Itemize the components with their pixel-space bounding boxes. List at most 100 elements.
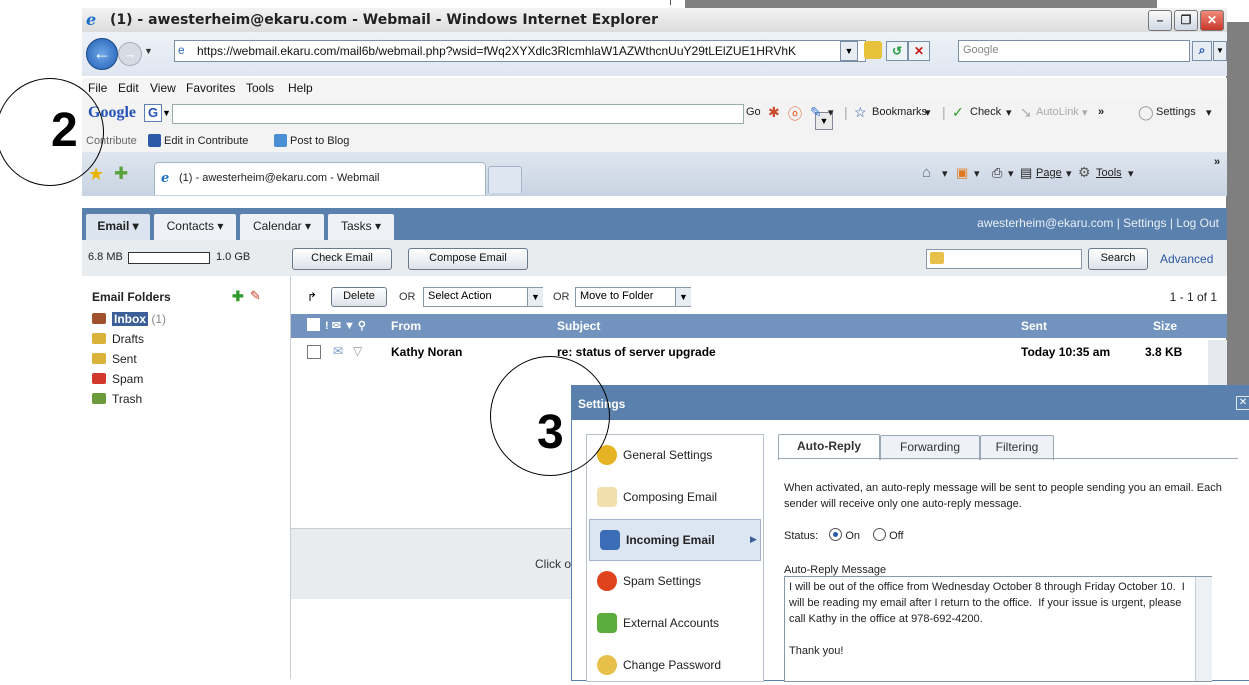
feeds-dropdown[interactable]: ▾ xyxy=(974,167,980,180)
column-from[interactable]: From xyxy=(391,319,421,333)
browser-search-input[interactable]: Google xyxy=(958,40,1190,62)
tab-filtering[interactable]: Filtering xyxy=(980,435,1054,460)
tab-calendar[interactable]: Calendar ▾ xyxy=(240,214,324,240)
folder-trash[interactable]: Trash xyxy=(92,392,142,410)
recent-pages-dropdown[interactable]: ▼ xyxy=(144,46,153,56)
home-icon[interactable]: ⌂ xyxy=(922,164,931,181)
user-links[interactable]: awesterheim@ekaru.com | Settings | Log O… xyxy=(977,216,1219,230)
command-bar-more[interactable]: » xyxy=(1214,156,1220,168)
back-button[interactable]: ← xyxy=(86,38,118,70)
new-tab-button[interactable] xyxy=(488,166,522,193)
tools-dropdown[interactable]: ▾ xyxy=(1128,167,1134,180)
check-dropdown[interactable]: ▾ xyxy=(1006,106,1012,119)
home-dropdown[interactable]: ▾ xyxy=(942,167,948,180)
search-options-dropdown[interactable]: ▼ xyxy=(1213,41,1227,61)
tools-gear-icon[interactable]: ⚙ xyxy=(1078,164,1091,181)
google-search-input[interactable]: ▼ xyxy=(172,104,833,130)
compose-email-button[interactable]: Compose Email xyxy=(408,248,528,270)
minimize-button[interactable]: – xyxy=(1148,10,1172,31)
close-window-button[interactable]: ✕ xyxy=(1200,10,1224,31)
menu-edit[interactable]: Edit xyxy=(118,81,139,95)
more-buttons[interactable]: » xyxy=(1098,106,1104,118)
tab-tasks[interactable]: Tasks ▾ xyxy=(328,214,394,240)
select-action-dropdown[interactable]: Select Action ▼ xyxy=(423,287,543,307)
tools-menu-button[interactable]: Tools xyxy=(1096,167,1122,179)
google-menu-dropdown[interactable]: ▼ xyxy=(162,108,171,118)
refresh-button[interactable]: ↺ xyxy=(886,41,908,61)
tab-forwarding[interactable]: Forwarding xyxy=(880,435,980,460)
close-icon[interactable]: ✕ xyxy=(1236,396,1249,410)
spell-check-icon[interactable]: ✓ xyxy=(952,104,964,121)
print-dropdown[interactable]: ▾ xyxy=(1008,167,1014,180)
feeds-icon[interactable]: ▣ xyxy=(956,165,968,181)
select-all-checkbox[interactable] xyxy=(307,318,320,331)
settings-button[interactable]: Settings xyxy=(1156,106,1196,118)
check-button[interactable]: Check xyxy=(970,106,1001,118)
tab-webmail[interactable]: e (1) - awesterheim@ekaru.com - Webmail xyxy=(154,162,486,195)
nav-change-password[interactable]: Change Password xyxy=(587,645,763,685)
folder-spam[interactable]: Spam xyxy=(92,372,143,390)
column-subject[interactable]: Subject xyxy=(557,319,600,333)
nav-composing-email[interactable]: Composing Email xyxy=(587,477,763,517)
menu-view[interactable]: View xyxy=(150,81,176,95)
toolbar-dropdown[interactable]: ▾ xyxy=(828,106,834,119)
bookmarks-dropdown[interactable]: ▾ xyxy=(925,106,931,119)
menu-favorites[interactable]: Favorites xyxy=(186,81,235,95)
advanced-search-link[interactable]: Advanced xyxy=(1160,252,1213,266)
nav-general-settings[interactable]: General Settings xyxy=(587,435,763,475)
tab-email[interactable]: Email ▾ xyxy=(86,214,150,240)
column-size[interactable]: Size xyxy=(1153,319,1177,333)
message-checkbox[interactable] xyxy=(307,345,321,359)
status-off-radio[interactable] xyxy=(873,528,887,541)
address-field[interactable]: e https://webmail.ekaru.com/mail6b/webma… xyxy=(174,40,866,62)
mail-search-button[interactable]: Search xyxy=(1088,248,1148,270)
mail-search-input[interactable] xyxy=(926,249,1082,269)
menu-tools[interactable]: Tools xyxy=(246,81,274,95)
maximize-button[interactable]: ❐ xyxy=(1174,10,1198,31)
search-icon[interactable]: ⌕ xyxy=(1192,41,1212,61)
page-icon[interactable]: ▤ xyxy=(1020,165,1032,181)
tab-contacts[interactable]: Contacts ▾ xyxy=(154,214,236,240)
nav-incoming-email[interactable]: Incoming Email ▶ xyxy=(589,519,761,561)
table-row[interactable]: ✉ ▽ Kathy Noran re: status of server upg… xyxy=(291,340,1227,364)
spellcheck-icon[interactable]: ✎ xyxy=(810,104,822,121)
google-go-button[interactable]: Go xyxy=(746,106,761,118)
page-menu-button[interactable]: Page xyxy=(1036,167,1062,179)
move-to-folder-dropdown[interactable]: Move to Folder ▼ xyxy=(575,287,691,307)
message-from[interactable]: Kathy Noran xyxy=(391,345,462,359)
message-subject[interactable]: re: status of server upgrade xyxy=(557,345,716,359)
settings-dropdown[interactable]: ▾ xyxy=(1206,106,1212,119)
page-dropdown[interactable]: ▾ xyxy=(1066,167,1072,180)
bookmarks-button[interactable]: Bookmarks xyxy=(872,106,927,118)
autolink-button[interactable]: AutoLink xyxy=(1036,106,1079,118)
autolink-icon[interactable]: ↘ xyxy=(1020,104,1032,121)
tab-auto-reply[interactable]: Auto-Reply xyxy=(778,434,880,460)
add-folder-icon[interactable]: ✚ xyxy=(232,288,244,305)
post-to-blog-button[interactable]: Post to Blog xyxy=(290,135,349,147)
google-g-icon[interactable]: G xyxy=(144,104,162,122)
edit-folder-icon[interactable]: ✎ xyxy=(250,288,261,304)
list-scrollbar[interactable] xyxy=(1208,340,1227,390)
nav-external-accounts[interactable]: External Accounts xyxy=(587,603,763,643)
stop-button[interactable]: ✕ xyxy=(908,41,930,61)
delete-button[interactable]: Delete xyxy=(331,287,387,307)
print-icon[interactable]: ⎙ xyxy=(992,165,1002,181)
folder-inbox[interactable]: Inbox (1) xyxy=(92,312,166,330)
menu-file[interactable]: File xyxy=(88,81,107,95)
popup-blocker-icon[interactable]: ⓞ xyxy=(788,104,802,124)
folder-scope-icon[interactable] xyxy=(930,252,944,264)
add-favorite-icon[interactable]: ✚ xyxy=(114,164,128,184)
auto-reply-message-textarea[interactable]: I will be out of the office from Wednesd… xyxy=(784,576,1212,682)
pagerank-icon[interactable]: ✱ xyxy=(768,104,780,121)
dialog-titlebar[interactable]: Settings ✕ xyxy=(572,386,1249,420)
flag-icon[interactable]: ▽ xyxy=(353,344,362,358)
forward-button[interactable]: → xyxy=(118,42,142,66)
check-email-button[interactable]: Check Email xyxy=(292,248,392,270)
autolink-dropdown[interactable]: ▾ xyxy=(1082,106,1088,119)
column-icons[interactable]: ! ✉ ▼ ⚲ xyxy=(325,319,366,332)
nav-spam-settings[interactable]: Spam Settings xyxy=(587,561,763,601)
bookmarks-star-icon[interactable]: ☆ xyxy=(854,104,867,121)
menu-help[interactable]: Help xyxy=(288,81,313,95)
textarea-scrollbar[interactable] xyxy=(1195,577,1212,681)
status-on-radio[interactable] xyxy=(829,528,843,541)
